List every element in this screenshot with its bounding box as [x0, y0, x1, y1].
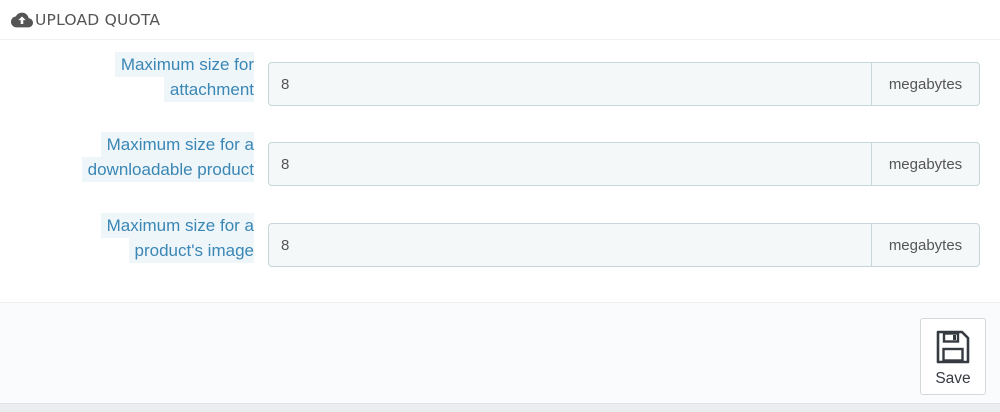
input-group: megabytes	[268, 62, 980, 106]
save-label: Save	[935, 370, 971, 387]
product-image-size-input[interactable]	[268, 223, 871, 267]
panel-bottom-edge	[0, 403, 1000, 412]
panel-heading: UPLOAD QUOTA	[0, 0, 1000, 40]
form-row-product-image: Maximum size for a product's image megab…	[0, 203, 1000, 267]
form-row-downloadable-product: Maximum size for a downloadable product …	[0, 122, 1000, 186]
unit-addon: megabytes	[871, 62, 980, 106]
field-label-line: downloadable product	[81, 157, 254, 182]
input-group: megabytes	[268, 142, 980, 186]
field-label-line: Maximum size for a	[100, 213, 254, 238]
field-label: Maximum size for a downloadable product	[81, 132, 254, 182]
attachment-size-input[interactable]	[268, 62, 871, 106]
form-row-attachment: Maximum size for attachment megabytes	[0, 42, 1000, 106]
floppy-disk-icon	[936, 330, 970, 364]
field-label-line: attachment	[163, 77, 254, 102]
unit-addon: megabytes	[871, 142, 980, 186]
input-group: megabytes	[268, 223, 980, 267]
field-label-line: Maximum size for	[114, 52, 254, 77]
downloadable-product-size-input[interactable]	[268, 142, 871, 186]
field-label-line: Maximum size for a	[100, 132, 254, 157]
field-label: Maximum size for a product's image	[100, 213, 254, 263]
panel-footer	[0, 302, 1000, 406]
unit-addon: megabytes	[871, 223, 980, 267]
field-label: Maximum size for attachment	[114, 52, 254, 102]
field-label-line: product's image	[128, 238, 254, 263]
cloud-upload-icon	[11, 12, 33, 27]
save-button[interactable]: Save	[920, 318, 986, 395]
upload-quota-panel: UPLOAD QUOTA Maximum size for attachment…	[0, 0, 1000, 412]
panel-title: UPLOAD QUOTA	[35, 10, 161, 29]
